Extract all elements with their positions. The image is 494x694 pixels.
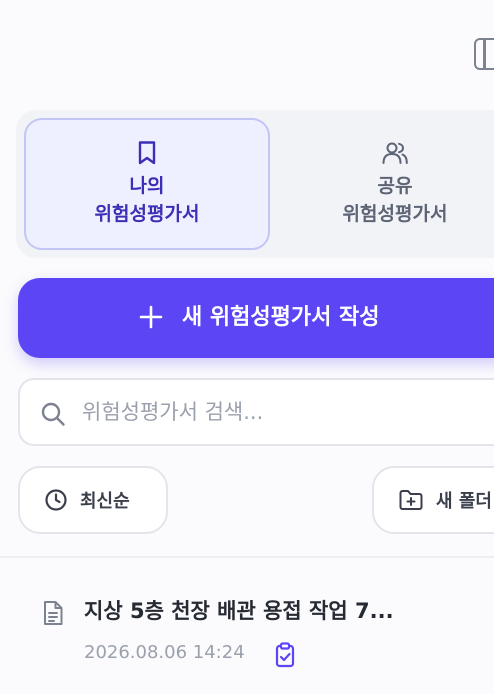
sort-button[interactable]: 최신순 xyxy=(18,466,168,534)
tab-my-assessments-line1: 나의 xyxy=(129,175,165,197)
create-assessment-button[interactable]: 새 위험성평가서 작성 xyxy=(18,278,494,358)
tab-my-assessments[interactable]: 나의 위험성평가서 xyxy=(24,118,270,250)
search-input[interactable] xyxy=(82,394,494,430)
search-box xyxy=(18,378,494,446)
bookmark-icon xyxy=(138,141,156,165)
sort-label: 최신순 xyxy=(80,491,130,512)
new-folder-label: 새 폴더 xyxy=(436,491,492,512)
app-screen: 나의 위험성평가서 공유 위험성평가서 새 위험성평가서 작성 위험성평가서 검… xyxy=(0,0,494,694)
folder-plus-icon xyxy=(399,490,423,510)
users-icon xyxy=(382,142,408,164)
list-divider xyxy=(0,556,494,558)
create-assessment-label: 새 위험성평가서 작성 xyxy=(182,305,380,330)
clock-icon xyxy=(45,489,67,511)
document-title: 지상 5층 천장 배관 용접 작업 7... xyxy=(84,599,394,623)
tab-shared-assessments-line1: 공유 xyxy=(377,175,413,197)
list-item[interactable]: 지상 5층 천장 배관 용접 작업 7... 2026.08.06 14:24 xyxy=(0,580,494,680)
document-date: 2026.08.06 14:24 xyxy=(84,642,245,663)
assessment-tabs: 나의 위험성평가서 공유 위험성평가서 xyxy=(16,110,494,258)
panel-toggle-icon[interactable] xyxy=(474,38,494,70)
panel-toggle-divider xyxy=(483,40,486,68)
search-icon xyxy=(41,402,65,426)
plus-icon xyxy=(139,305,163,329)
clipboard-check-icon xyxy=(275,642,295,668)
tab-shared-assessments-line2: 위험성평가서 xyxy=(342,203,448,225)
tab-shared-assessments[interactable]: 공유 위험성평가서 xyxy=(272,118,494,250)
new-folder-button[interactable]: 새 폴더 xyxy=(372,466,494,534)
document-icon xyxy=(44,601,63,625)
tab-my-assessments-line2: 위험성평가서 xyxy=(94,203,200,225)
